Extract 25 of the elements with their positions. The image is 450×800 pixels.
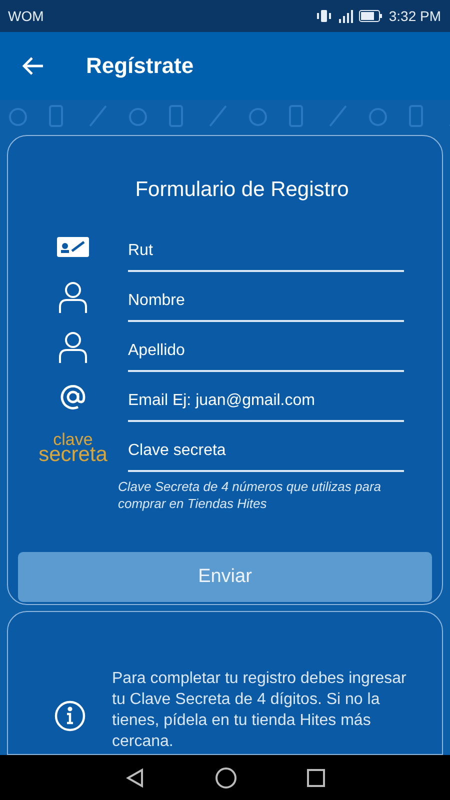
signal-icon — [336, 9, 353, 23]
info-icon — [54, 700, 86, 732]
home-icon[interactable] — [215, 766, 237, 788]
input-field[interactable]: Clave secreta — [128, 432, 404, 472]
person-icon — [58, 331, 88, 363]
id-card-icon — [57, 237, 89, 257]
at-sign-icon — [60, 384, 86, 410]
input-field[interactable]: Nombre — [128, 282, 404, 322]
clave-secreta-logo: clave secreta — [38, 432, 108, 462]
input-field[interactable]: Apellido — [128, 332, 404, 372]
back-arrow-icon[interactable] — [22, 57, 44, 75]
battery-icon — [358, 10, 383, 22]
clock-time: 3:32 PM — [388, 8, 441, 24]
recents-icon[interactable] — [307, 768, 325, 786]
vibrate-icon — [316, 9, 331, 23]
info-text: Para completar tu registro debes ingresar tu Clave Secreta de 4 dígitos. Si no la tienes, pídela en tu tienda Hites más cercana. — [112, 669, 408, 752]
input-field[interactable]: Rut — [128, 232, 404, 272]
carrier-name: WOM — [8, 8, 44, 24]
form-title: Formulario de Registro — [135, 178, 349, 202]
input-field[interactable]: Email Ej: juan@gmail.com — [128, 382, 404, 422]
send-button[interactable]: Enviar — [18, 552, 432, 602]
screen-title: Regístrate — [86, 53, 194, 79]
person-icon — [58, 281, 88, 313]
back-icon[interactable] — [125, 768, 145, 788]
hint-text: Clave Secreta de 4 números que utilizas para comprar en Tiendas Hites — [118, 478, 382, 512]
